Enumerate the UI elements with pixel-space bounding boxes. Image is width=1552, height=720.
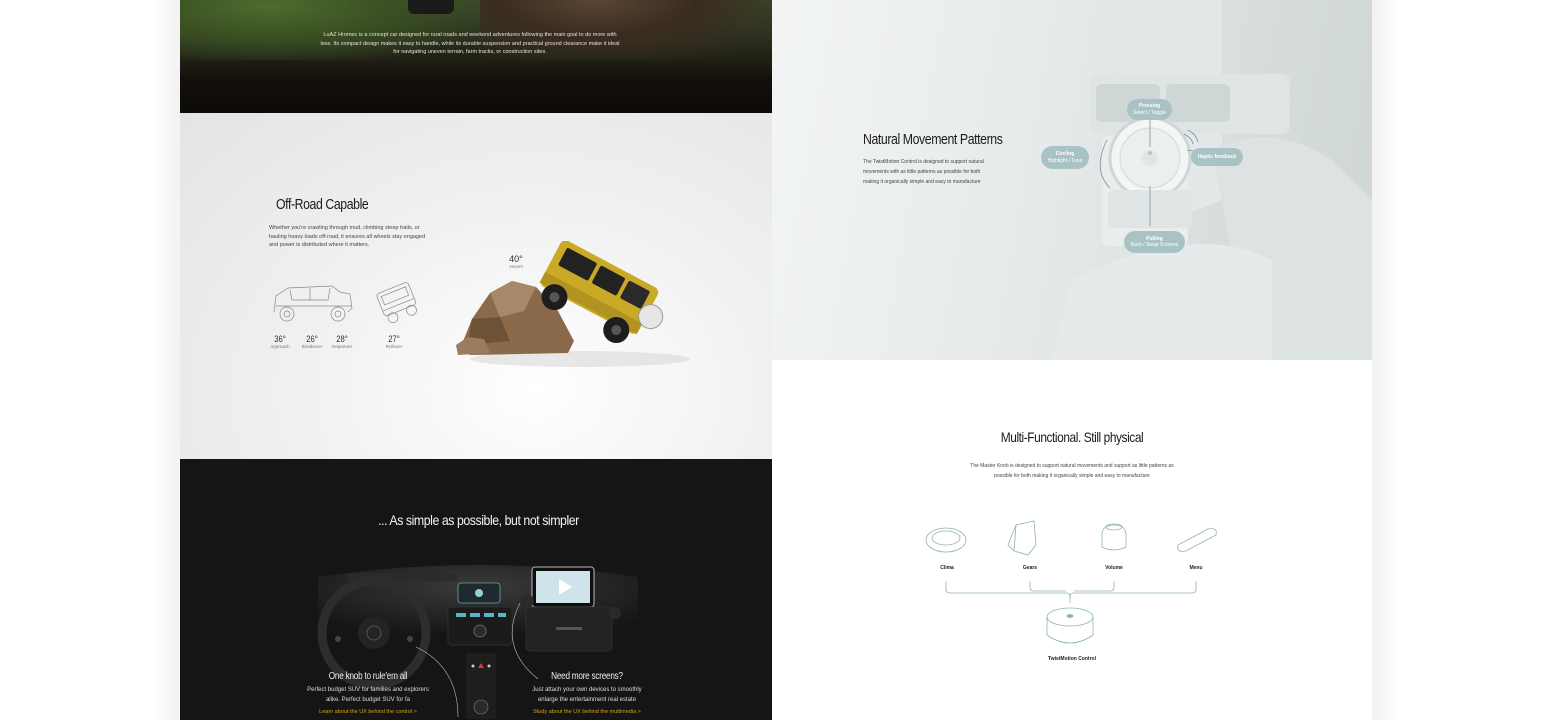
screens-caption-description: Just attach your own devices to smoothly… <box>532 687 642 703</box>
screens-caption-title: Need more screens? <box>551 671 623 682</box>
left-column: LuAZ Hromec is a concept car designed fo… <box>180 0 772 720</box>
angle-approach: 36° Approach <box>269 334 291 349</box>
right-column: Natural Movement Patterns The TwistMotio… <box>772 0 1372 720</box>
knob-caption-title: One knob to rule'em all <box>328 671 408 682</box>
left-shadow <box>150 0 180 720</box>
knob-ux-link[interactable]: Learn about the UX behind the control > <box>305 709 431 715</box>
angle-value: 27° <box>388 334 400 344</box>
right-shadow <box>1372 0 1402 720</box>
tire-image <box>408 0 454 14</box>
twistmotion-control-label: TwistMotion Control <box>1048 656 1096 662</box>
module-label-volume: Volume <box>1105 565 1123 571</box>
gesture-action: Select / Toggle <box>1133 109 1166 116</box>
gesture-action: Highlight / Tune <box>1047 157 1083 164</box>
offroad-description: Whether you're crawling through mud, cli… <box>269 225 426 248</box>
twistmotion-control-icon <box>1046 617 1094 644</box>
angle-label: Breakover <box>301 344 323 349</box>
module-label-gears: Gears <box>1022 565 1038 571</box>
gesture-action: Back / Swap Screens <box>1130 242 1179 248</box>
angle-value: 28° <box>336 334 348 344</box>
angle-label: Rollover <box>385 344 403 349</box>
angle-rollover: 27° Rollover <box>383 334 405 349</box>
gesture-name: Haptic feedback <box>1197 153 1237 160</box>
gesture-circling: Circling Highlight / Tune <box>1041 146 1089 169</box>
yellow-suv-on-rock-image <box>456 241 690 367</box>
angle-departure: 28° Departure <box>330 334 354 349</box>
vehicle-side-sketch <box>273 285 353 322</box>
gesture-pulling: Pulling Back / Swap Screens <box>1124 231 1185 253</box>
natural-movement-title: Natural Movement Patterns <box>863 131 1003 148</box>
module-diagram <box>925 520 1217 644</box>
offroad-section: Off-Road Capable Whether you're crawling… <box>180 113 772 459</box>
multi-functional-title: Multi-Functional. Still physical <box>1000 429 1144 445</box>
gesture-haptic: Haptic feedback <box>1191 148 1243 166</box>
dashboard-title: ... As simple as possible, but not simpl… <box>378 512 579 528</box>
natural-movement-description: The TwistMotion Control is designed to s… <box>863 159 984 185</box>
offroad-title: Off-Road Capable <box>276 196 369 213</box>
angle-value: 26° <box>306 334 318 344</box>
hero-section: LuAZ Hromec is a concept car designed fo… <box>180 0 772 113</box>
screens-caption: Need more screens? Just attach your own … <box>526 671 648 715</box>
menu-module-icon <box>1177 528 1217 552</box>
knob-caption: One knob to rule'em all Perfect budget S… <box>305 671 431 715</box>
dashboard-section: ... As simple as possible, but not simpl… <box>180 459 772 720</box>
gesture-pressing: Pressing Select / Toggle <box>1127 99 1172 120</box>
hero-description: LuAZ Hromec is a concept car designed fo… <box>320 32 620 55</box>
multi-functional-section: Multi-Functional. Still physical The Mas… <box>772 360 1372 720</box>
module-label-clima: Clima <box>940 565 954 571</box>
multi-functional-description: The Master Knob is designed to support n… <box>970 463 1174 479</box>
angle-value: 36° <box>274 334 286 344</box>
page-canvas: LuAZ Hromec is a concept car designed fo… <box>0 0 1552 720</box>
angle-breakover: 26° Breakover <box>301 334 323 349</box>
natural-movement-section: Natural Movement Patterns The TwistMotio… <box>772 0 1372 360</box>
angle-label: Approach <box>270 344 290 349</box>
vehicle-rollover-sketch <box>376 282 417 324</box>
car-interior-image <box>1052 0 1372 360</box>
volume-module-icon <box>1101 524 1127 551</box>
angle-label: Departure <box>331 344 352 349</box>
clima-module-icon <box>925 527 967 553</box>
gears-module-icon <box>1013 520 1037 556</box>
module-label-menu: Menu <box>1189 565 1203 571</box>
multimedia-ux-link[interactable]: Study about the UX behind the multimedia… <box>526 709 648 715</box>
knob-caption-description: Perfect budget SUV for families and expl… <box>307 687 429 703</box>
